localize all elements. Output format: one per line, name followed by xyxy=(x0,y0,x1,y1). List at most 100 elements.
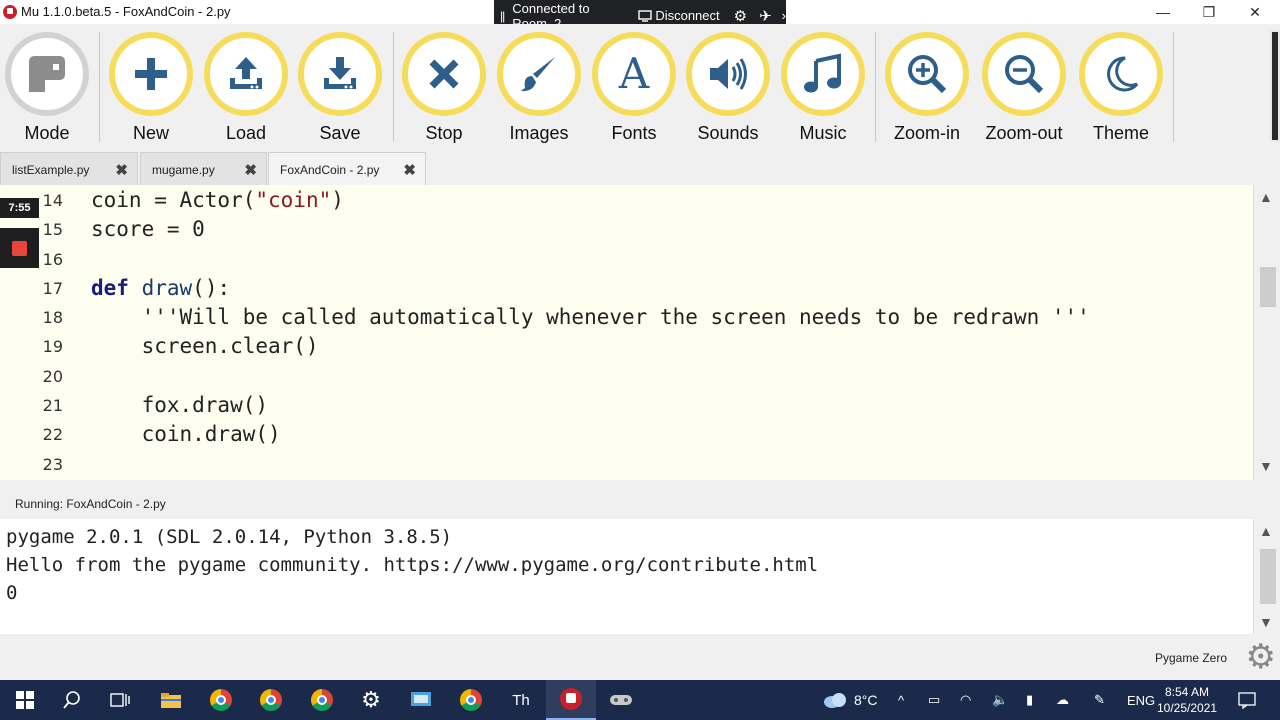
stop-icon xyxy=(12,240,27,256)
restore-button[interactable]: ❐ xyxy=(1186,0,1232,24)
code-line: 17 def draw(): xyxy=(0,274,1253,303)
remote-desktop-icon[interactable] xyxy=(396,680,446,720)
disconnect-button[interactable]: Disconnect xyxy=(638,8,720,23)
new-button[interactable]: New xyxy=(104,32,198,150)
chrome-profile-icon[interactable] xyxy=(246,680,296,720)
images-button[interactable]: Images xyxy=(492,32,586,150)
fonts-button[interactable]: A Fonts xyxy=(587,32,681,150)
chrome-profile-icon[interactable] xyxy=(446,680,496,720)
close-tab-icon[interactable]: ✖ xyxy=(115,161,128,179)
console-output[interactable]: pygame 2.0.1 (SDL 2.0.14, Python 3.8.5) … xyxy=(0,519,1253,634)
code-line: 20 xyxy=(0,362,1253,391)
close-button[interactable]: ✕ xyxy=(1232,0,1278,24)
pen-icon[interactable]: ✎ xyxy=(1094,680,1105,720)
volume-icon[interactable]: 🔈 xyxy=(992,680,1008,720)
settings-gear-icon[interactable]: ⚙ xyxy=(1246,640,1276,674)
console-scrollbar[interactable]: ▲ ▼ xyxy=(1253,519,1280,634)
close-tab-icon[interactable]: ✖ xyxy=(403,161,416,179)
file-explorer-icon[interactable] xyxy=(146,680,196,720)
code-line: 16 xyxy=(0,245,1253,274)
chrome-profile-icon[interactable] xyxy=(297,680,347,720)
code-text: coin = Actor("coin") xyxy=(91,188,344,212)
save-button[interactable]: Save xyxy=(293,32,387,150)
mode-indicator[interactable]: Pygame Zero xyxy=(1155,651,1227,665)
code-line: 19 screen.clear() xyxy=(0,332,1253,361)
sounds-button[interactable]: Sounds xyxy=(681,32,775,150)
thonny-icon[interactable]: Th xyxy=(496,680,546,720)
notifications-icon[interactable] xyxy=(1238,680,1256,720)
battery-icon[interactable]: ▭ xyxy=(928,680,940,720)
console-line: pygame 2.0.1 (SDL 2.0.14, Python 3.8.5) xyxy=(6,526,453,548)
search-icon[interactable] xyxy=(47,680,97,720)
sounds-label: Sounds xyxy=(697,123,759,143)
code-text: score = 0 xyxy=(91,217,205,241)
gear-icon[interactable]: ⚙ xyxy=(734,7,747,25)
line-number: 22 xyxy=(42,425,63,444)
close-tab-icon[interactable]: ✖ xyxy=(244,161,257,179)
editor-scrollbar[interactable]: ▲ ▼ xyxy=(1253,185,1280,480)
weather-widget[interactable]: 8°C xyxy=(822,680,878,720)
zoom-in-label: Zoom-in xyxy=(893,123,960,143)
theme-button[interactable]: Theme xyxy=(1074,32,1168,150)
pause-icon[interactable]: || xyxy=(500,9,505,23)
pin-icon[interactable]: ✈ xyxy=(759,7,772,25)
zoom-out-button[interactable]: Zoom-out xyxy=(977,32,1071,150)
language-indicator[interactable]: ENG xyxy=(1127,680,1155,720)
window-scrollbar[interactable] xyxy=(1270,30,1280,142)
images-label: Images xyxy=(509,123,569,143)
tab-foxandcoin[interactable]: FoxAndCoin - 2.py ✖ xyxy=(268,152,426,185)
microphone-icon[interactable]: ▮ xyxy=(1026,680,1033,720)
task-view-icon[interactable] xyxy=(95,680,145,720)
upload-icon xyxy=(204,32,288,116)
scroll-up-icon[interactable]: ▲ xyxy=(1259,189,1273,205)
line-number: 20 xyxy=(42,367,63,386)
console-scroll-thumb[interactable] xyxy=(1260,549,1276,604)
tab-listexample[interactable]: listExample.py ✖ xyxy=(0,152,138,185)
scroll-down-icon[interactable]: ▼ xyxy=(1259,458,1273,474)
wifi-icon[interactable]: ◠ xyxy=(960,680,971,720)
console-line: 0 xyxy=(6,582,18,604)
mu-editor-icon[interactable] xyxy=(546,680,596,720)
minimize-button[interactable]: — xyxy=(1140,0,1186,24)
scroll-up-icon[interactable]: ▲ xyxy=(1259,523,1273,539)
toolbar-divider xyxy=(393,32,394,142)
chrome-icon[interactable] xyxy=(196,680,246,720)
music-label: Music xyxy=(799,123,847,143)
theme-label: Theme xyxy=(1092,123,1150,143)
chevron-up-icon[interactable]: ^ xyxy=(898,680,904,720)
x-icon xyxy=(402,32,486,116)
line-number: 14 xyxy=(42,191,63,210)
window-scroll-thumb[interactable] xyxy=(1272,32,1278,140)
brush-icon xyxy=(497,32,581,116)
code-editor[interactable]: 14 coin = Actor("coin") 15 score = 0 16 … xyxy=(0,185,1253,480)
editor-scroll-thumb[interactable] xyxy=(1260,267,1276,307)
tab-mugame[interactable]: mugame.py ✖ xyxy=(140,152,267,185)
stop-recording-button[interactable] xyxy=(0,228,39,268)
console-line: Hello from the pygame community. https:/… xyxy=(6,554,819,576)
clock-time: 8:54 AM xyxy=(1164,685,1210,699)
scroll-down-icon[interactable]: ▼ xyxy=(1259,614,1273,630)
runner-header xyxy=(0,480,1280,519)
zoom-in-button[interactable]: Zoom-in xyxy=(880,32,974,150)
cloud-icon xyxy=(824,693,846,708)
mode-label: Mode xyxy=(24,123,70,143)
load-button[interactable]: Load xyxy=(199,32,293,150)
weather-temp: 8°C xyxy=(854,692,878,708)
onedrive-icon[interactable]: ☁ xyxy=(1056,680,1069,720)
more-arrow[interactable]: › xyxy=(782,8,786,23)
mode-icon xyxy=(5,32,89,116)
recording-timer: 7:55 xyxy=(0,198,39,218)
windows-start-icon[interactable] xyxy=(0,680,50,720)
toolbar-divider xyxy=(99,32,100,142)
letter-a-icon: A xyxy=(592,32,676,116)
code-line: 22 coin.draw() xyxy=(0,420,1253,449)
mode-button[interactable]: Mode xyxy=(0,32,94,150)
settings-icon[interactable]: ⚙ xyxy=(346,680,396,720)
tab-label: mugame.py xyxy=(152,163,215,177)
music-button[interactable]: Music xyxy=(776,32,870,150)
clock[interactable]: 8:54 AM 10/25/2021 xyxy=(1152,684,1222,716)
toolbar-divider xyxy=(1173,32,1174,142)
stop-button[interactable]: Stop xyxy=(397,32,491,150)
gamepad-icon[interactable] xyxy=(596,680,646,720)
download-icon xyxy=(298,32,382,116)
